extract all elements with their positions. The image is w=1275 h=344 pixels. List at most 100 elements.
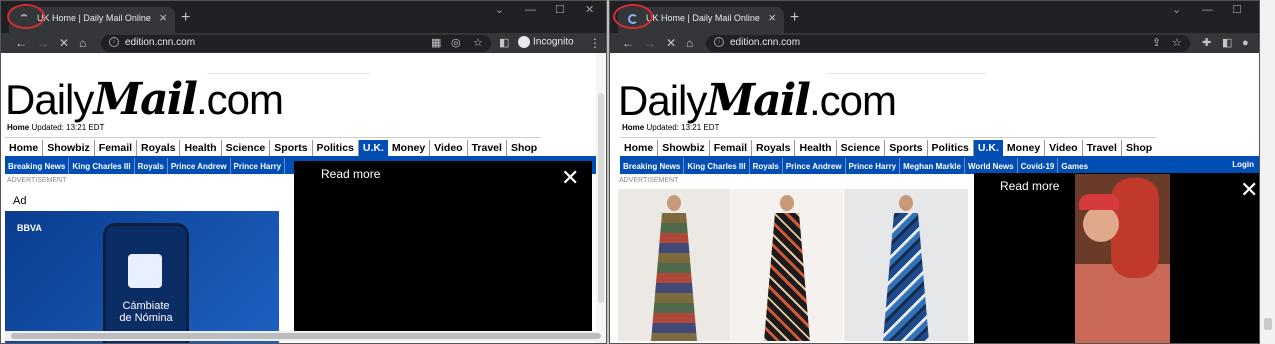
subnav-prince-harry[interactable]: Prince Harry (231, 158, 286, 174)
tab-close-icon[interactable]: × (768, 11, 776, 24)
home-icon[interactable]: ⌂ (686, 36, 693, 50)
sidebar-icon[interactable]: ◧ (499, 36, 509, 50)
back-arrow-icon[interactable]: ← (15, 36, 27, 50)
extensions-icon[interactable]: ✚ (1202, 36, 1211, 50)
nav-showbiz[interactable]: Showbiz (658, 140, 710, 157)
address-bar[interactable]: i edition.cnn.com ▦ ◎ ☆ (101, 35, 491, 52)
lock-icon[interactable]: i (109, 37, 119, 47)
nav-uk[interactable]: U.K. (358, 140, 388, 157)
model-figure (757, 195, 817, 341)
tab-strip: UK Home | Daily Mail Online × + ⌄ — ☐ ✕ (1, 1, 606, 33)
nav-money[interactable]: Money (1003, 140, 1046, 157)
top-ad-strip (207, 53, 371, 74)
logo-mail: Mail (706, 75, 811, 126)
nav-sports[interactable]: Sports (885, 140, 928, 157)
stop-icon[interactable]: ✕ (59, 36, 69, 50)
site-logo[interactable]: DailyMail.com (5, 74, 284, 125)
maximize-button[interactable]: ☐ (1232, 5, 1242, 16)
nav-femail[interactable]: Femail (710, 140, 753, 157)
overlay-close-icon[interactable]: ✕ (1240, 179, 1258, 201)
vertical-scrollbar[interactable] (596, 53, 606, 343)
updated-home-link[interactable]: Home (7, 123, 29, 132)
updated-home-link[interactable]: Home (622, 123, 644, 132)
subnav-world-news[interactable]: World News (965, 158, 1018, 174)
subnav-prince-andrew[interactable]: Prince Andrew (783, 158, 846, 174)
bbva-ad[interactable]: BBVA Cámbiate de Nómina (5, 211, 279, 343)
incognito-indicator[interactable]: Incognito (518, 36, 574, 48)
url-text: edition.cnn.com (125, 37, 196, 48)
share-icon[interactable]: ⇪ (1152, 36, 1161, 50)
subnav-breaking-news[interactable]: Breaking News (620, 158, 685, 174)
site-logo[interactable]: DailyMail.com (618, 75, 897, 126)
nav-video[interactable]: Video (430, 140, 468, 157)
menu-icon[interactable]: ⋮ (589, 36, 601, 50)
qr-icon[interactable]: ▦ (431, 36, 441, 50)
nav-uk[interactable]: U.K. (973, 140, 1003, 157)
logo-mail: Mail (93, 74, 198, 125)
subnav-royals[interactable]: Royals (750, 158, 783, 174)
nav-royals[interactable]: Royals (752, 140, 796, 157)
lock-icon[interactable]: i (714, 37, 724, 47)
nav-science[interactable]: Science (222, 140, 271, 157)
subnav-king-charles[interactable]: King Charles III (69, 158, 135, 174)
nav-shop[interactable]: Shop (507, 140, 541, 157)
address-bar[interactable]: i edition.cnn.com ⇪ ☆ (706, 35, 1190, 52)
tab-strip: UK Home | Daily Mail Online × + ⌄ — ☐ (610, 1, 1259, 33)
forward-arrow-icon[interactable]: → (644, 36, 656, 50)
nav-showbiz[interactable]: Showbiz (43, 140, 95, 157)
login-link[interactable]: Login (1229, 156, 1257, 174)
read-more-link[interactable]: Read more (321, 167, 380, 181)
home-icon[interactable]: ⌂ (79, 36, 86, 50)
horizontal-scrollbar[interactable] (5, 331, 601, 341)
subnav-meghan-markle[interactable]: Meghan Markle (900, 158, 965, 174)
back-arrow-icon[interactable]: ← (622, 36, 634, 50)
nav-health[interactable]: Health (795, 140, 837, 157)
nav-travel[interactable]: Travel (468, 140, 507, 157)
nav-politics[interactable]: Politics (313, 140, 359, 157)
read-more-link[interactable]: Read more (1000, 179, 1059, 193)
tab-search-icon[interactable]: ⌄ (495, 5, 504, 16)
subnav-king-charles[interactable]: King Charles III (684, 158, 750, 174)
minimize-button[interactable]: — (1202, 5, 1213, 16)
new-tab-button[interactable]: + (181, 10, 190, 26)
nav-health[interactable]: Health (180, 140, 222, 157)
subnav-prince-andrew[interactable]: Prince Andrew (168, 158, 231, 174)
overlay-close-icon[interactable]: ✕ (561, 167, 579, 189)
nav-video[interactable]: Video (1045, 140, 1083, 157)
nav-home[interactable]: Home (5, 140, 44, 157)
ad-dress-image[interactable] (731, 189, 843, 341)
maximize-button[interactable]: ☐ (555, 5, 565, 16)
star-icon[interactable]: ☆ (1172, 36, 1182, 50)
video-thumbnail[interactable] (1075, 174, 1170, 343)
nav-science[interactable]: Science (837, 140, 886, 157)
subnav-covid[interactable]: Covid-19 (1018, 158, 1059, 174)
subnav-breaking-news[interactable]: Breaking News (5, 158, 70, 174)
ad-dress-image[interactable] (844, 189, 968, 341)
sidebar-icon[interactable]: ◧ (1222, 36, 1232, 50)
profile-icon[interactable]: ● (1242, 36, 1249, 50)
minimize-button[interactable]: — (525, 5, 536, 16)
star-icon[interactable]: ☆ (473, 36, 483, 50)
ad-dress-image[interactable] (618, 189, 730, 341)
nav-travel[interactable]: Travel (1083, 140, 1122, 157)
nav-shop[interactable]: Shop (1122, 140, 1156, 157)
subnav-games[interactable]: Games (1058, 158, 1091, 174)
hscroll-thumb[interactable] (11, 333, 601, 339)
subnav-royals[interactable]: Royals (135, 158, 168, 174)
stop-icon[interactable]: ✕ (666, 36, 676, 50)
tab-title: UK Home | Daily Mail Online (646, 13, 760, 23)
nav-royals[interactable]: Royals (137, 140, 181, 157)
tab-search-icon[interactable]: ⌄ (1172, 5, 1181, 16)
tab-close-icon[interactable]: × (159, 11, 167, 24)
nav-femail[interactable]: Femail (95, 140, 138, 157)
new-tab-button[interactable]: + (790, 10, 799, 26)
nav-politics[interactable]: Politics (928, 140, 974, 157)
window-close-button[interactable]: ✕ (585, 5, 594, 16)
forward-arrow-icon[interactable]: → (37, 36, 49, 50)
nav-sports[interactable]: Sports (270, 140, 313, 157)
eye-off-icon[interactable]: ◎ (451, 36, 461, 50)
nav-money[interactable]: Money (388, 140, 431, 157)
nav-home[interactable]: Home (620, 140, 659, 157)
scroll-thumb[interactable] (598, 93, 604, 303)
subnav-prince-harry[interactable]: Prince Harry (846, 158, 901, 174)
